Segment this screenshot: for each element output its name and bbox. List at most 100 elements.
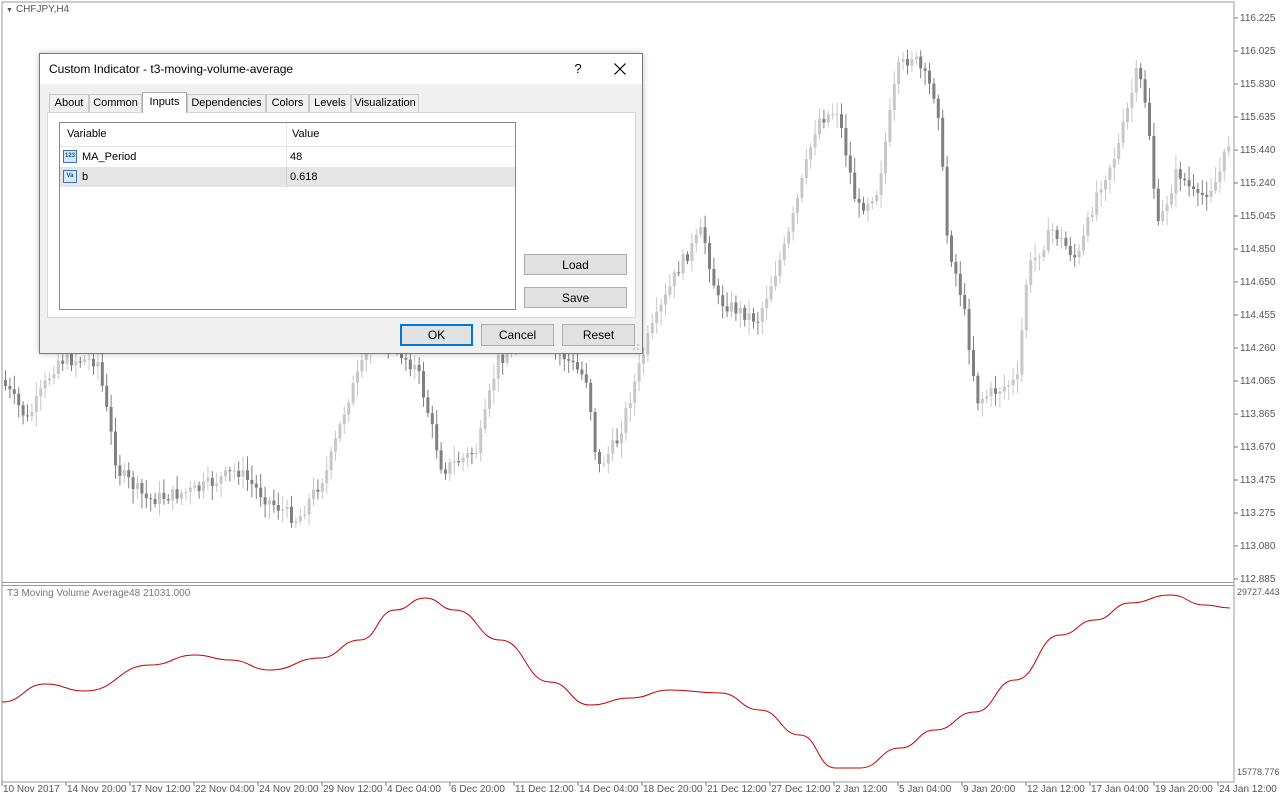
candle-body [127, 470, 131, 478]
candle-body [1099, 189, 1103, 193]
time-label: 24 Nov 20:00 [259, 784, 319, 795]
candle-body [994, 388, 997, 394]
time-label: 9 Jan 20:00 [963, 784, 1016, 795]
candle-body [593, 411, 597, 452]
candle-body [628, 403, 632, 409]
double-type-icon: Va [63, 170, 77, 183]
candle-body [606, 453, 610, 464]
price-label: 115.830 [1240, 79, 1276, 90]
candle-body [1121, 122, 1125, 144]
candle-body [492, 378, 496, 391]
candle-body [1024, 284, 1028, 331]
reset-button[interactable]: Reset [562, 324, 635, 346]
candle-body [963, 294, 967, 310]
header-value[interactable]: Value [292, 123, 319, 146]
time-axis: 10 Nov 2017 14 Nov 20:00 17 Nov 12:00 22 No… [1, 782, 1277, 795]
dialog-titlebar[interactable]: Custom Indicator - t3-moving-volume-aver… [40, 54, 642, 84]
candle-body [210, 477, 214, 486]
candle-body [61, 360, 65, 364]
variable-value[interactable]: 48 [290, 147, 302, 167]
subwindow-scale-max: 29727.443 [1237, 587, 1280, 597]
table-row[interactable]: Va b 0.618 [60, 167, 515, 187]
integer-type-icon: 123 [63, 150, 77, 163]
tab-levels[interactable]: Levels [309, 94, 351, 112]
variable-value[interactable]: 0.618 [290, 167, 318, 187]
candle-body [567, 359, 571, 361]
price-label: 113.275 [1240, 508, 1276, 519]
candle-body [356, 371, 359, 384]
t3-volume-line [1, 594, 1231, 769]
price-label: 115.635 [1240, 112, 1276, 123]
candle-body [884, 141, 887, 174]
candle-body [901, 59, 905, 62]
candle-body [800, 177, 804, 198]
cancel-button[interactable]: Cancel [481, 324, 554, 346]
candle-body [738, 307, 742, 314]
time-label: 21 Dec 12:00 [707, 784, 767, 795]
time-label: 27 Dec 12:00 [771, 784, 831, 795]
candle-body [1117, 143, 1121, 159]
candle-body [131, 477, 135, 489]
tab-visualization[interactable]: Visualization [351, 94, 419, 112]
tab-colors[interactable]: Colors [266, 94, 309, 112]
candle-body [774, 276, 777, 287]
save-button[interactable]: Save [524, 287, 627, 308]
time-label: 6 Dec 20:00 [451, 784, 505, 795]
candle-body [320, 483, 324, 492]
candle-body [743, 307, 747, 320]
candle-body [620, 433, 623, 444]
candle-body [1095, 192, 1099, 215]
ok-button[interactable]: OK [400, 324, 473, 346]
header-variable[interactable]: Variable [67, 123, 107, 146]
tab-common[interactable]: Common [89, 94, 142, 112]
candle-body [83, 359, 87, 363]
subwindow-scale-min: 15778.776 [1237, 767, 1280, 777]
candle-body [584, 374, 588, 383]
candle-body [237, 470, 241, 477]
candle-body [659, 304, 663, 312]
candle-body [158, 492, 161, 505]
candle-body [866, 203, 870, 211]
candle-body [840, 114, 843, 128]
price-label: 115.440 [1240, 145, 1276, 156]
table-row[interactable]: 123 MA_Period 48 [60, 147, 515, 167]
candle-body [870, 201, 874, 204]
candle-body [1007, 385, 1011, 387]
candle-body [615, 440, 619, 444]
tab-dependencies[interactable]: Dependencies [187, 94, 266, 112]
candle-body [769, 286, 773, 299]
time-label: 14 Dec 04:00 [579, 784, 639, 795]
candle-body [276, 505, 280, 511]
candle-body [699, 227, 703, 235]
help-button[interactable]: ? [565, 56, 591, 82]
candle-body [52, 373, 56, 379]
tab-about[interactable]: About [49, 94, 89, 112]
candle-body [347, 402, 351, 415]
candle-body [686, 254, 689, 261]
price-label: 114.065 [1240, 376, 1276, 387]
candle-body [290, 506, 293, 523]
candle-body [857, 198, 861, 203]
candle-body [338, 424, 342, 439]
candle-body [109, 406, 113, 432]
time-label: 22 Nov 04:00 [195, 784, 255, 795]
inputs-table[interactable]: Variable Value 123 MA_Period 48 Va b 0.6… [59, 122, 516, 310]
close-button[interactable] [606, 56, 634, 82]
dropdown-arrow-icon[interactable]: ▼ [6, 7, 13, 14]
candle-body [668, 286, 672, 295]
candle-body [989, 388, 993, 397]
candle-body [624, 408, 628, 434]
candle-body [430, 413, 434, 425]
candle-body [483, 408, 487, 429]
tab-inputs[interactable]: Inputs [142, 92, 187, 113]
symbol-label[interactable]: ▼ CHFJPY,H4 [6, 4, 69, 15]
candle-body [980, 398, 984, 404]
time-label: 14 Nov 20:00 [67, 784, 127, 795]
candle-body [479, 428, 483, 453]
candle-body [501, 354, 505, 364]
candle-body [140, 483, 144, 494]
load-button[interactable]: Load [524, 254, 627, 275]
candle-body [1038, 256, 1041, 258]
candle-body [1227, 146, 1231, 152]
resize-grip-icon[interactable] [632, 343, 640, 351]
